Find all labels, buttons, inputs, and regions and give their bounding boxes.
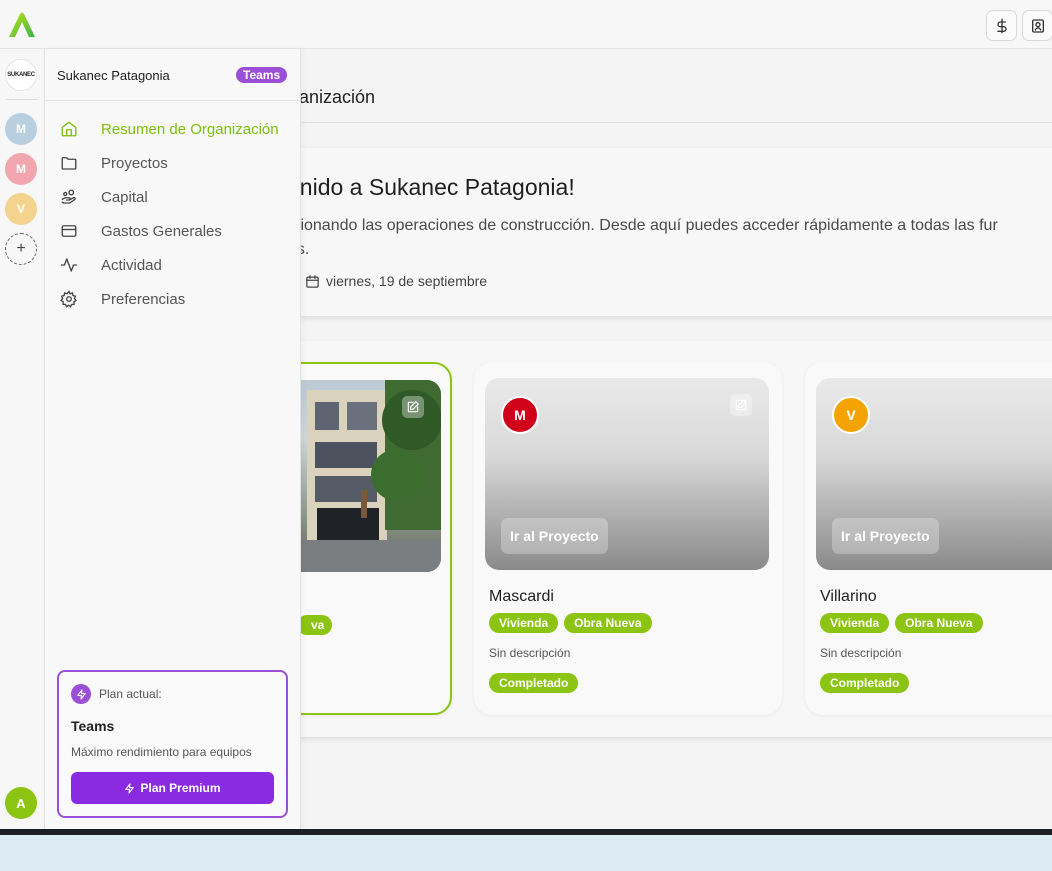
sidebar-item-preferencias[interactable]: Preferencias	[45, 282, 301, 316]
rail-project-avatar[interactable]: M	[5, 113, 37, 145]
project-description: Sin descripción	[489, 646, 571, 660]
add-org-button[interactable]: +	[5, 233, 37, 265]
go-to-project-button[interactable]: Ir al Proyecto	[832, 518, 939, 554]
lightning-icon	[125, 782, 135, 794]
project-image: M Ir al Proyecto	[485, 378, 769, 570]
currency-button[interactable]	[986, 10, 1017, 41]
plan-badge: Teams	[236, 67, 288, 83]
rail-project-avatar[interactable]: M	[5, 153, 37, 185]
tag: Obra Nueva	[895, 613, 983, 633]
project-name: Villarino	[820, 588, 877, 605]
go-label: Ir al Proyecto	[510, 528, 599, 544]
project-tags: va	[301, 615, 333, 635]
gear-icon	[60, 290, 77, 308]
current-date: viernes, 19 de septiembre	[326, 273, 488, 289]
project-tags: Vivienda Obra Nueva	[489, 613, 652, 633]
edit-icon	[735, 398, 748, 411]
app-window: SUKANEC M M V + A Sukanec Patagonia Team…	[0, 0, 1052, 829]
avatar-letter: A	[16, 795, 26, 811]
dollar-icon	[996, 18, 1007, 33]
sidebar-item-label: Capital	[101, 189, 148, 206]
org-switch-sukanec[interactable]: SUKANEC	[5, 59, 37, 91]
avatar-letter: V	[846, 407, 856, 423]
project-description: Sin descripción	[820, 646, 902, 660]
panel-header: Sukanec Patagonia Teams	[45, 49, 301, 101]
contact-book-icon	[1031, 18, 1044, 33]
org-logo-text: SUKANEC	[7, 72, 35, 78]
welcome-title: enido a Sukanec Patagonia!	[301, 174, 575, 200]
tag: Vivienda	[489, 613, 559, 633]
plan-premium-label: Plan Premium	[140, 781, 221, 795]
sidebar-item-proyectos[interactable]: Proyectos	[45, 146, 301, 180]
org-name: Sukanec Patagonia	[57, 68, 170, 83]
plan-card: Plan actual: Teams Máximo rendimiento pa…	[57, 670, 288, 818]
app-logo[interactable]	[7, 10, 37, 40]
sidebar-item-actividad[interactable]: Actividad	[45, 248, 301, 282]
user-avatar[interactable]: A	[5, 787, 37, 819]
rail-divider	[6, 99, 38, 100]
edit-project-button[interactable]	[730, 394, 752, 416]
welcome-text: stionando las operaciones de construcció…	[301, 214, 1052, 262]
tag: Vivienda	[820, 613, 890, 633]
project-tags: Vivienda Obra Nueva	[820, 613, 983, 633]
project-card[interactable]: va	[301, 362, 452, 715]
sidebar-item-gastos[interactable]: Gastos Generales	[45, 214, 301, 248]
project-image: V Ir al Proyecto	[816, 378, 1052, 570]
tag: Obra Nueva	[564, 613, 652, 633]
side-panel: Sukanec Patagonia Teams Resumen de Organ…	[45, 49, 301, 829]
sidebar-item-label: Gastos Generales	[101, 223, 222, 240]
folder-icon	[61, 157, 77, 170]
status-badge: Completado	[820, 673, 910, 693]
project-avatar: M	[501, 396, 539, 434]
desktop-background	[0, 835, 1052, 871]
divider	[301, 122, 1052, 123]
avatar-letter: V	[16, 202, 25, 216]
project-name: Mascardi	[489, 588, 554, 605]
avatar-letter: M	[16, 162, 26, 176]
avatar-letter: M	[514, 407, 526, 423]
avatar-letter: M	[16, 122, 26, 136]
project-image	[301, 380, 441, 572]
edit-project-button[interactable]	[402, 396, 424, 418]
plan-premium-button[interactable]: Plan Premium	[71, 772, 274, 804]
sidebar-item-label: Resumen de Organización	[101, 121, 279, 138]
sidebar-item-resumen[interactable]: Resumen de Organización	[45, 112, 301, 146]
plan-description: Máximo rendimiento para equipos	[71, 745, 252, 759]
activity-icon	[60, 258, 78, 272]
project-card[interactable]: V Ir al Proyecto Villarino Vivienda Obra…	[805, 362, 1052, 715]
go-label: Ir al Proyecto	[841, 528, 930, 544]
edit-icon	[407, 400, 420, 413]
sidebar-item-label: Preferencias	[101, 291, 186, 308]
org-rail: SUKANEC M M V + A	[0, 49, 45, 829]
credit-card-icon	[61, 225, 77, 237]
calendar-icon	[306, 274, 319, 288]
welcome-text-line: es.	[301, 241, 310, 258]
plan-label: Plan actual:	[99, 687, 162, 701]
sidebar-item-capital[interactable]: Capital	[45, 180, 301, 214]
sidebar-item-label: Actividad	[101, 257, 162, 274]
main-content: ganización enido a Sukanec Patagonia! st…	[301, 49, 1052, 829]
tag: va	[301, 615, 333, 635]
top-bar	[0, 0, 1052, 49]
contacts-button[interactable]	[1022, 10, 1052, 41]
go-to-project-button[interactable]: Ir al Proyecto	[501, 518, 608, 554]
status-badge: Completado	[489, 673, 579, 693]
date-row: viernes, 19 de septiembre	[305, 273, 487, 289]
project-card[interactable]: M Ir al Proyecto Mascardi Vivienda Obra …	[474, 362, 782, 715]
page-title: ganización	[301, 87, 376, 107]
welcome-text-line: stionando las operaciones de construcció…	[301, 217, 998, 234]
plan-title: Teams	[71, 718, 115, 734]
lightning-icon	[71, 684, 91, 704]
rail-project-avatar[interactable]: V	[5, 193, 37, 225]
plus-icon: +	[16, 240, 26, 257]
hand-coins-icon	[61, 189, 76, 204]
sidebar-nav: Resumen de Organización Proyectos Capita…	[45, 112, 301, 316]
home-icon	[61, 121, 77, 137]
sidebar-item-label: Proyectos	[101, 155, 168, 172]
project-avatar: V	[832, 396, 870, 434]
